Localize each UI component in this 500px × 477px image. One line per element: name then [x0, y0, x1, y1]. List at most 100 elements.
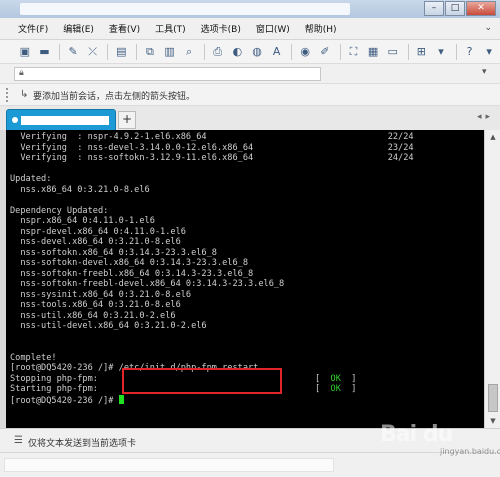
menu-collapse-icon[interactable]: ⌄: [484, 23, 492, 33]
terminal-line: nss-softokn-freebl.x86_64 0:3.14.3-23.3.…: [10, 268, 254, 279]
menu-file[interactable]: 文件(F): [18, 22, 48, 35]
terminal-line: Complete!: [10, 352, 57, 363]
scroll-down-icon[interactable]: ▼: [485, 414, 500, 428]
disconnect-icon[interactable]: ⤫: [84, 44, 102, 60]
terminal-line: Verifying : nss-devel-3.14.0.0-12.el6.x8…: [10, 142, 414, 153]
cursor: [118, 394, 124, 404]
toolbar-divider: [407, 43, 409, 60]
terminal-line: nspr-devel.x86_64 0:4.11.0-1.el6: [10, 226, 186, 237]
address-field[interactable]: 🔒︎: [14, 67, 321, 81]
add-tab-button[interactable]: +: [118, 111, 136, 129]
tab-navigation[interactable]: ◂▸: [477, 112, 494, 122]
tile-icon[interactable]: ▦: [364, 44, 382, 60]
terminal-line: nss-util-devel.x86_64 0:3.21.0-2.el6: [10, 321, 207, 331]
terminal-line: nss-tools.x86_64 0:3.21.0-8.el6: [10, 300, 181, 310]
paste-icon[interactable]: ▥: [161, 44, 179, 60]
toolbar-divider: [107, 43, 109, 60]
terminal-output: Verifying : nspr-4.9.2-1.el6.x86_64 22/2…: [10, 132, 480, 406]
toolbar: ▣ ▬ ✎ ⤫ ▤ ⧉ ▥ ⌕ ⎙ ◐ ◍ A ◉ ✐ ⛶ ▦ ▭ ⊞ ▾ ? …: [0, 40, 500, 64]
terminal-line: nss-softokn.x86_64 0:3.14.3-23.3.el6_8: [10, 247, 217, 258]
session-tab[interactable]: [6, 109, 116, 130]
toolbar-divider: [455, 43, 457, 60]
menu-view[interactable]: 查看(V): [109, 22, 140, 35]
terminal-line: nss-softokn-freebl-devel.x86_64 0:3.14.3…: [10, 279, 285, 289]
color-scheme-icon[interactable]: ◐: [229, 44, 247, 60]
open-folder-icon[interactable]: ▬: [36, 44, 54, 60]
window-title: [20, 3, 350, 15]
prompt-text: [root@DQ5420-236 /]#: [10, 395, 119, 406]
status-field: [4, 458, 334, 472]
status-bracket: [ OK ]: [315, 384, 356, 395]
highlight-box: [122, 368, 282, 394]
layout-icon[interactable]: ▭: [384, 44, 402, 60]
watermark-url: jingyan.baidu.com: [440, 447, 500, 456]
dropdown-icon[interactable]: ▾: [480, 44, 498, 60]
lock-icon: 🔒︎: [19, 68, 24, 78]
ok-status: OK: [330, 373, 341, 384]
terminal-line: nspr.x86_64 0:4.11.0-1.el6: [10, 216, 155, 226]
copy-icon[interactable]: ⧉: [141, 44, 159, 60]
status-bracket: [ OK ]: [315, 374, 356, 385]
terminal-line: nss-sysinit.x86_64 0:3.21.0-8.el6: [10, 289, 192, 300]
new-tab-icon[interactable]: ⊞: [413, 44, 431, 60]
connection-status-icon: [12, 117, 18, 123]
find-icon[interactable]: ⌕: [180, 44, 198, 60]
bracket-close: ]: [340, 373, 357, 384]
menu-tabs[interactable]: 选项卡(B): [201, 22, 241, 35]
bracket-open: [: [315, 384, 331, 394]
close-button[interactable]: ✕: [466, 1, 496, 16]
tab-label: [21, 116, 109, 125]
menu-window[interactable]: 窗口(W): [256, 22, 290, 35]
hint-text: 要添加当前会话，点击左侧的箭头按钮。: [33, 92, 196, 102]
send-text[interactable]: 仅将文本发送到当前选项卡: [28, 436, 136, 449]
terminal-line: Verifying : nss-softokn-3.12.9-11.el6.x8…: [10, 153, 414, 163]
minimize-button[interactable]: –: [424, 1, 444, 16]
window-controls: – □ ✕: [424, 1, 496, 16]
maximize-button[interactable]: □: [445, 1, 465, 16]
prompt-line[interactable]: [root@DQ5420-236 /]#: [10, 394, 480, 406]
lock-icon[interactable]: ◉: [296, 44, 314, 60]
reconnect-icon[interactable]: ✎: [64, 44, 82, 60]
terminal-line: nss-devel.x86_64 0:3.21.0-8.el6: [10, 237, 181, 247]
address-bar: 🔒︎ ▾: [0, 64, 500, 84]
font-icon[interactable]: A: [268, 44, 286, 60]
terminal-scrollbar[interactable]: ▲ ▼: [484, 130, 500, 428]
menu-bar: 文件(F) 编辑(E) 查看(V) 工具(T) 选项卡(B) 窗口(W) 帮助(…: [0, 18, 500, 40]
address-dropdown-icon[interactable]: ▾: [482, 67, 487, 77]
session-hint-bar: ↳ 要添加当前会话，点击左侧的箭头按钮。: [0, 84, 500, 106]
grip-handle[interactable]: [6, 88, 9, 102]
session-properties-icon[interactable]: ▤: [112, 44, 130, 60]
toolbar-divider: [291, 43, 293, 60]
send-icon[interactable]: ☰: [14, 435, 23, 446]
terminal-line: nss.x86_64 0:3.21.0-8.el6: [10, 184, 150, 195]
bracket-close: ]: [340, 384, 357, 394]
fullscreen-icon[interactable]: ⛶: [345, 44, 363, 60]
bracket-open: [: [315, 373, 331, 384]
tab-strip: + ◂▸: [0, 106, 500, 130]
globe-icon[interactable]: ◍: [248, 44, 266, 60]
arrow-icon[interactable]: ↳: [20, 89, 28, 100]
terminal-line: nss-util.x86_64 0:3.21.0-2.el6: [10, 310, 176, 321]
menu-help[interactable]: 帮助(H): [305, 22, 337, 35]
terminal-line: Verifying : nspr-4.9.2-1.el6.x86_64 22/2…: [10, 132, 414, 142]
ok-status: OK: [330, 384, 341, 394]
menu-edit[interactable]: 编辑(E): [63, 22, 94, 35]
scroll-up-icon[interactable]: ▲: [485, 130, 500, 144]
scroll-thumb[interactable]: [488, 384, 498, 412]
new-session-icon[interactable]: ▣: [16, 44, 34, 60]
title-bar: – □ ✕: [0, 0, 500, 18]
terminal-line: Updated:: [10, 174, 52, 184]
dropdown-icon[interactable]: ▾: [432, 44, 450, 60]
terminal-line: Dependency Updated:: [10, 205, 109, 216]
terminal[interactable]: Verifying : nspr-4.9.2-1.el6.x86_64 22/2…: [0, 130, 484, 428]
terminal-line: nss-softokn-devel.x86_64 0:3.14.3-23.3.e…: [10, 258, 248, 268]
compose-icon[interactable]: ✐: [316, 44, 334, 60]
help-icon[interactable]: ?: [461, 44, 479, 60]
menu-tools[interactable]: 工具(T): [155, 22, 186, 35]
status-bar: [0, 452, 500, 477]
print-icon[interactable]: ⎙: [209, 44, 227, 60]
